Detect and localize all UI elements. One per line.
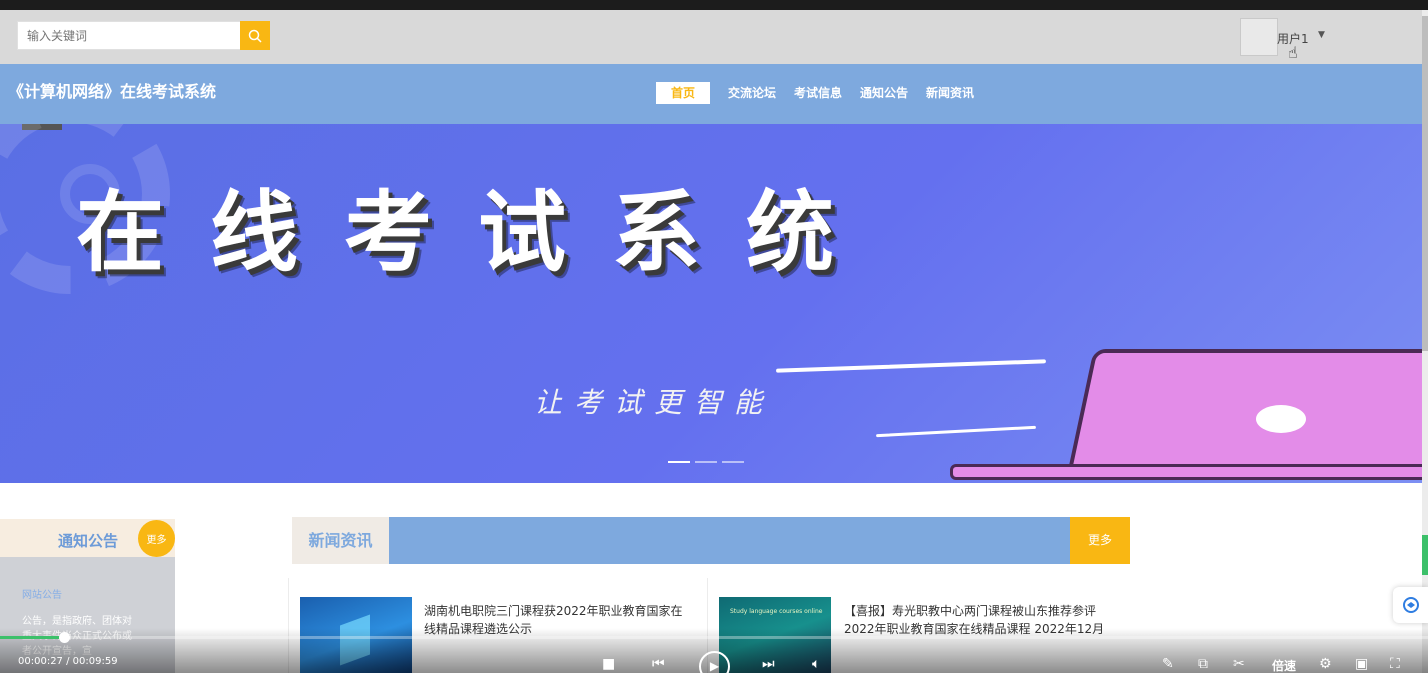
notice-category[interactable]: 网站公告 [22,586,62,601]
video-timecode: 00:00:27 / 00:09:59 [18,656,118,667]
fullscreen-icon[interactable]: ⛶ [1390,656,1400,672]
notice-more-button[interactable]: 更多 [138,520,175,557]
news-header [292,517,1130,564]
pip-icon[interactable]: ▣ [1355,656,1368,672]
stop-icon[interactable]: ■ [602,656,615,672]
news-title: 新闻资讯 [292,517,389,564]
avatar[interactable] [1240,18,1278,56]
search-icon [248,29,262,43]
nav-item-news[interactable]: 新闻资讯 [926,82,974,104]
scrollbar-marker [1422,535,1428,575]
video-progress-handle[interactable] [59,632,70,643]
video-progress-bar[interactable] [0,636,1428,639]
decor-streak [876,425,1036,438]
search-bar: 用户1 ▼ ☝ [0,10,1428,64]
next-icon[interactable]: ⏭ [762,656,775,672]
laptop-dot [1256,405,1306,433]
search-input[interactable] [17,21,241,50]
volume-icon[interactable]: 🔈︎ [812,656,820,672]
notice-title: 通知公告 [58,532,119,550]
top-strip [0,0,1428,10]
banner-carousel[interactable]: 在线考试系统 让考试更智能 [0,124,1422,483]
previous-icon[interactable]: ⏮ [652,656,665,672]
assistant-icon [1402,597,1419,613]
carousel-dot[interactable] [695,461,717,463]
playback-speed-button[interactable]: 倍速 [1272,657,1296,674]
thumbnail-caption: Study language courses online [730,608,823,615]
site-title[interactable]: 《计算机网络》在线考试系统 [8,78,216,102]
nav-item-home[interactable]: 首页 [656,82,710,104]
news-more-button[interactable]: 更多 [1070,517,1130,564]
carousel-dot[interactable] [668,461,690,463]
chevron-down-icon[interactable]: ▼ [1318,30,1325,40]
search-button[interactable] [240,21,270,50]
floating-help-button[interactable] [1393,587,1428,623]
main-nav: 首页 交流论坛 考试信息 通知公告 新闻资讯 [656,82,992,104]
banner-title: 在线考试系统 [76,181,881,284]
laptop-illustration [1066,349,1422,479]
nav-item-forum[interactable]: 交流论坛 [728,82,776,104]
banner-subtitle: 让考试更智能 [534,386,775,419]
video-progress-fill [0,636,64,639]
eraser-icon[interactable]: ✎ [1162,656,1174,672]
scrollbar-thumb[interactable] [1422,16,1428,351]
play-icon[interactable]: ▶ [699,651,730,682]
carousel-dot[interactable] [722,461,744,463]
navbar: 《计算机网络》在线考试系统 首页 交流论坛 考试信息 通知公告 新闻资讯 [0,64,1422,124]
decor-streak [776,359,1046,373]
screenshot-icon[interactable]: ⧉ [1198,656,1208,672]
nav-item-exam-info[interactable]: 考试信息 [794,82,842,104]
carousel-dots [668,461,744,463]
laptop-base [950,464,1422,480]
scissors-icon[interactable]: ✂ [1233,656,1245,672]
settings-icon[interactable]: ⚙ [1319,656,1332,672]
nav-item-notices[interactable]: 通知公告 [860,82,908,104]
hand-cursor-icon: ☝ [1288,43,1298,62]
